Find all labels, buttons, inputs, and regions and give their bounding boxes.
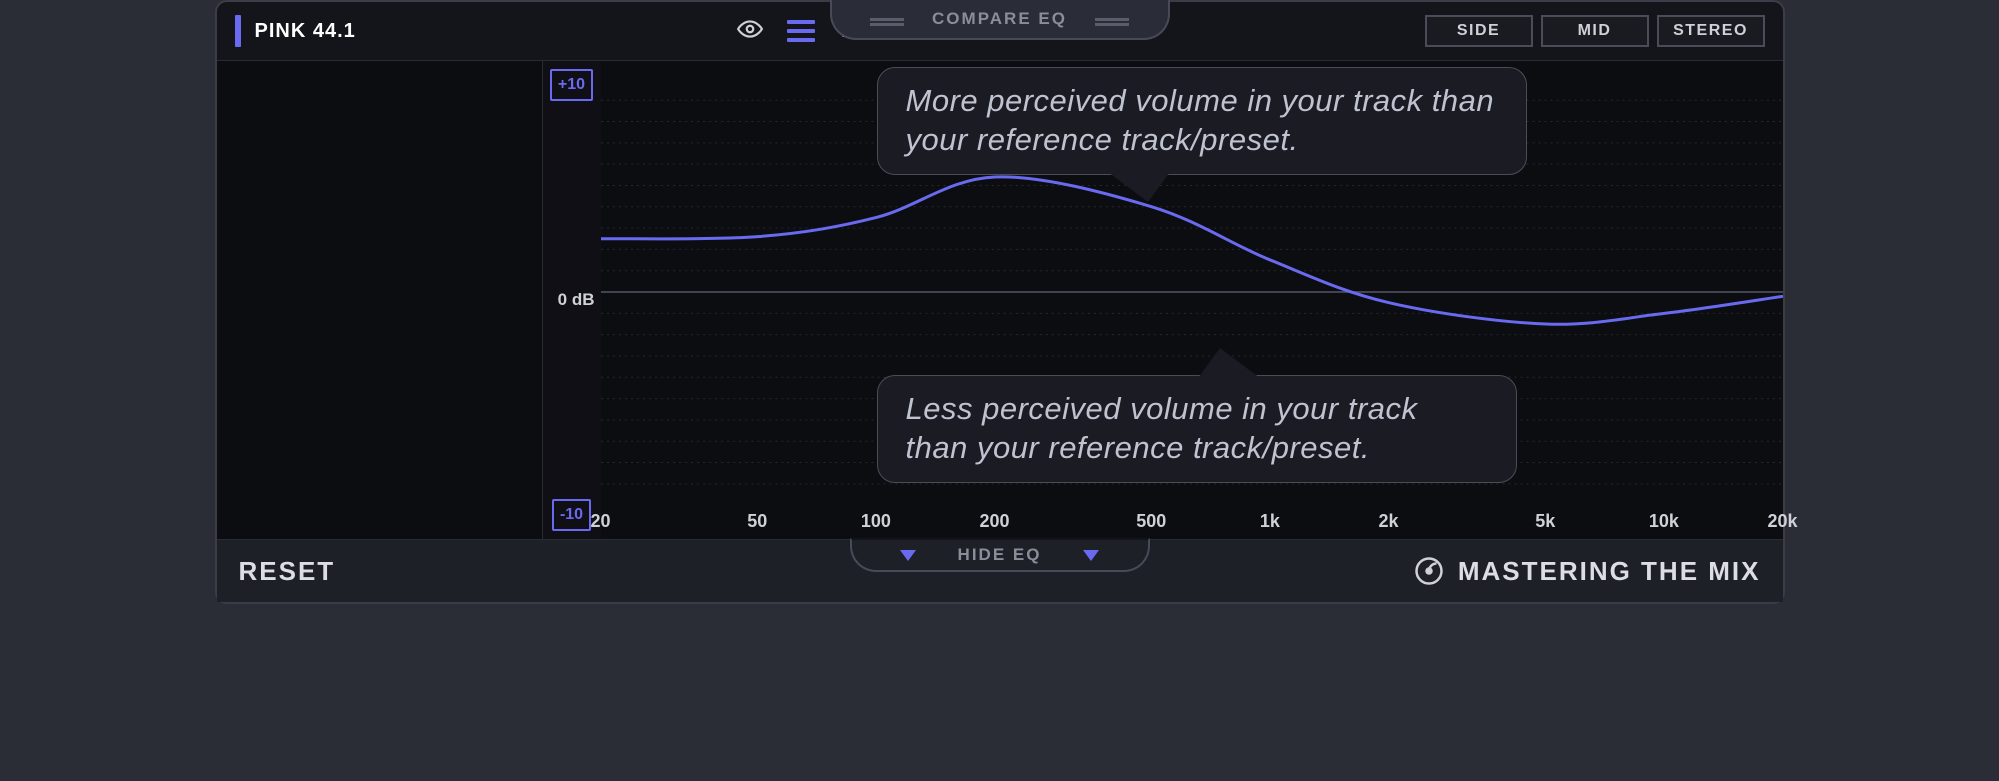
chevron-down-icon — [900, 550, 916, 561]
preset-group: PINK 44.1 — [235, 15, 356, 47]
eq-chart[interactable]: More perceived volume in your track than… — [601, 61, 1783, 539]
compare-eq-tab[interactable]: COMPARE EQ — [830, 0, 1170, 40]
x-tick: 100 — [861, 511, 891, 532]
top-bar: PINK 44.1 REFERENCE TRACK COMPARE EQ SID… — [217, 2, 1783, 60]
db-min-box[interactable]: -10 — [552, 499, 591, 531]
chevron-down-icon — [1083, 550, 1099, 561]
side-button[interactable]: SIDE — [1425, 15, 1533, 47]
db-zero-label: 0 dB — [558, 290, 595, 310]
reset-button[interactable]: RESET — [239, 556, 336, 587]
hide-eq-label: HIDE EQ — [958, 545, 1042, 565]
bottom-bar: RESET HIDE EQ MASTERING THE MIX — [217, 540, 1783, 602]
tooltip-text: Less perceived volume in your track than… — [906, 391, 1418, 465]
x-tick: 1k — [1260, 511, 1280, 532]
tooltip-more-volume: More perceived volume in your track than… — [877, 67, 1527, 175]
x-tick: 20 — [590, 511, 610, 532]
y-axis: +10 0 dB -10 — [543, 61, 601, 539]
menu-icon[interactable] — [787, 20, 815, 42]
mid-button[interactable]: MID — [1541, 15, 1649, 47]
x-tick: 500 — [1136, 511, 1166, 532]
brand-name: MASTERING THE MIX — [1458, 556, 1761, 587]
brand[interactable]: MASTERING THE MIX — [1414, 556, 1761, 587]
db-max-box[interactable]: +10 — [550, 69, 593, 101]
tooltip-less-volume: Less perceived volume in your track than… — [877, 375, 1517, 483]
x-tick: 10k — [1649, 511, 1679, 532]
main-area: +10 0 dB -10 More perceived volume in yo… — [217, 60, 1783, 540]
x-tick: 2k — [1378, 511, 1398, 532]
grip-icon — [1095, 18, 1129, 21]
reference-list-sidebar[interactable] — [217, 61, 543, 539]
x-tick: 50 — [747, 511, 767, 532]
tooltip-text: More perceived volume in your track than… — [906, 83, 1495, 157]
stereo-button[interactable]: STEREO — [1657, 15, 1765, 47]
plugin-window: PINK 44.1 REFERENCE TRACK COMPARE EQ SID… — [215, 0, 1785, 604]
hide-eq-tab[interactable]: HIDE EQ — [850, 538, 1150, 572]
x-axis-ticks: 20501002005001k2k5k10k20k — [601, 511, 1783, 533]
mode-buttons: SIDE MID STEREO — [1425, 15, 1765, 47]
eye-icon[interactable] — [737, 16, 763, 47]
preset-name[interactable]: PINK 44.1 — [255, 20, 356, 43]
x-tick: 20k — [1767, 511, 1797, 532]
compare-eq-label: COMPARE EQ — [932, 9, 1067, 29]
preset-indicator — [235, 15, 241, 47]
grip-icon — [870, 18, 904, 21]
x-tick: 5k — [1535, 511, 1555, 532]
x-tick: 200 — [979, 511, 1009, 532]
brand-logo-icon — [1414, 556, 1444, 586]
